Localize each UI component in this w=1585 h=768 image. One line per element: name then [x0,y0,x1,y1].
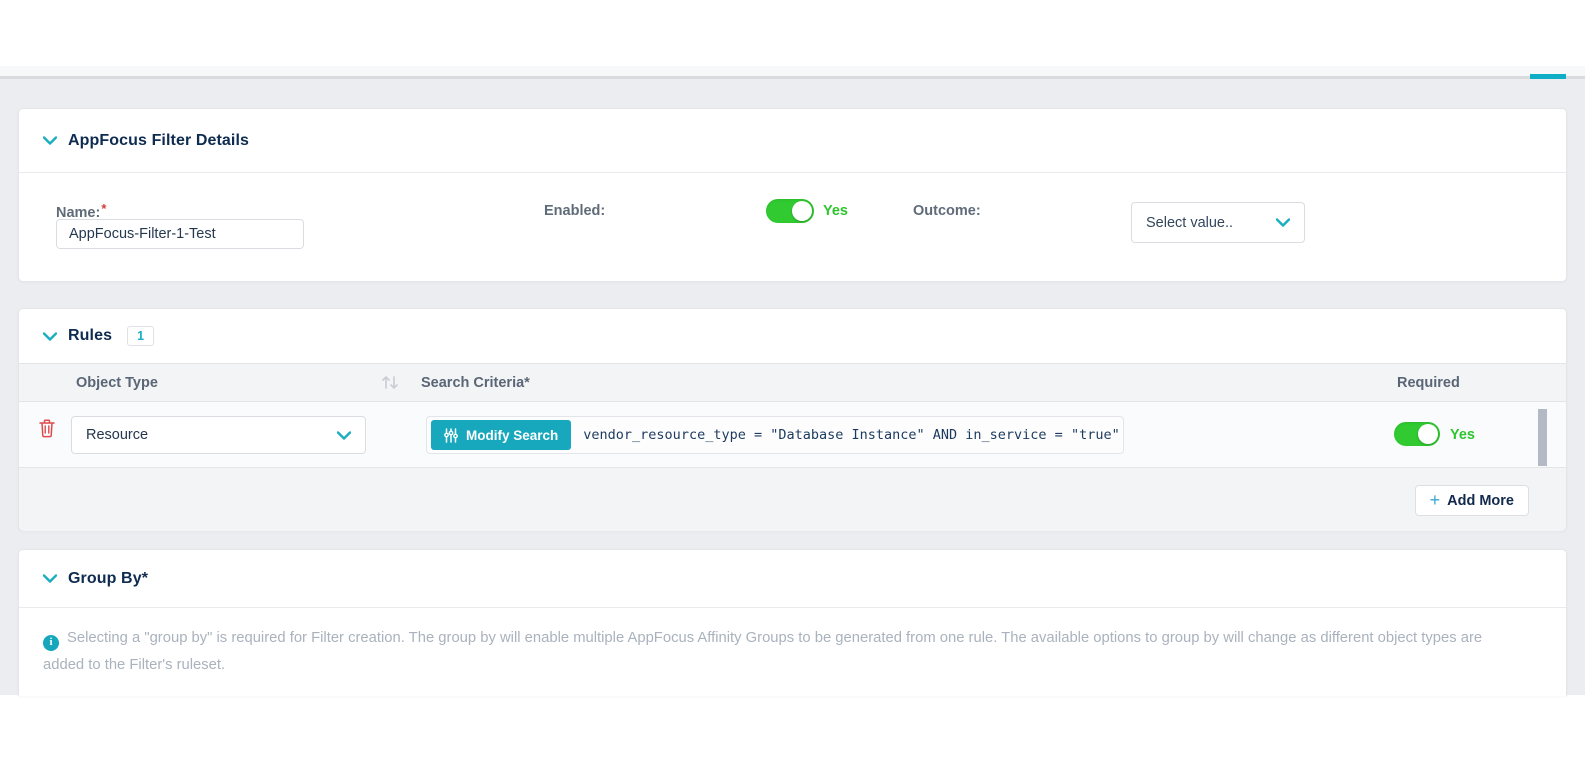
name-label: Name:* [56,201,106,221]
rules-card: Rules 1 Object Type Search Criteria* Req… [18,308,1567,531]
rules-title: Rules [68,327,112,345]
rules-footer: + Add More [19,468,1566,531]
outcome-selected-value: Select value.. [1146,215,1233,231]
chevron-down-icon [43,136,57,145]
rule-row: Resource Modify Search vendor_resource_t… [19,402,1566,468]
group-by-title: Group By* [68,570,148,588]
enabled-value: Yes [823,203,848,219]
filter-details-header[interactable]: AppFocus Filter Details [19,109,1566,173]
modify-search-button[interactable]: Modify Search [431,420,571,450]
sort-icon[interactable] [381,374,399,391]
info-icon: i [43,635,59,651]
group-by-card: Group By* iSelecting a "group by" is req… [18,549,1567,696]
add-more-label: Add More [1447,493,1514,509]
table-scrollbar[interactable] [1538,409,1547,466]
chevron-down-icon [1276,218,1290,227]
modify-search-label: Modify Search [466,428,558,443]
group-by-info: iSelecting a "group by" is required for … [43,625,1513,679]
outcome-label: Outcome: [913,203,981,219]
search-query-text: vendor_resource_type = "Database Instanc… [583,427,1119,443]
chevron-down-icon [43,332,57,341]
column-object-type: Object Type [76,375,158,391]
object-type-select[interactable]: Resource [71,416,366,454]
filter-details-title: AppFocus Filter Details [68,132,249,150]
plus-icon: + [1430,491,1441,509]
add-more-button[interactable]: + Add More [1415,485,1529,516]
name-input[interactable] [56,219,304,249]
column-required: Required [1397,375,1460,391]
rules-count-badge: 1 [127,326,154,347]
object-type-selected-value: Resource [86,427,148,443]
outcome-select[interactable]: Select value.. [1131,202,1305,243]
rules-table-header: Object Type Search Criteria* Required [19,363,1566,402]
enabled-toggle[interactable] [766,199,814,223]
group-by-header[interactable]: Group By* [19,550,1566,608]
rules-header[interactable]: Rules 1 [19,309,1566,363]
search-criteria-field: Modify Search vendor_resource_type = "Da… [426,416,1124,454]
sliders-icon [444,428,458,443]
required-toggle[interactable] [1394,422,1440,446]
required-asterisk: * [101,201,106,216]
enabled-label: Enabled: [544,203,605,219]
delete-rule-icon[interactable] [38,419,56,439]
toggle-knob [1418,424,1438,444]
chevron-down-icon [43,574,57,583]
chevron-down-icon [337,431,351,440]
group-by-info-text: Selecting a "group by" is required for F… [43,630,1482,673]
toggle-knob [792,201,812,221]
top-band [0,66,1585,76]
filter-details-card: AppFocus Filter Details Name:* Enabled: … [18,108,1567,282]
required-value: Yes [1450,427,1475,443]
column-search-criteria: Search Criteria* [421,375,530,391]
